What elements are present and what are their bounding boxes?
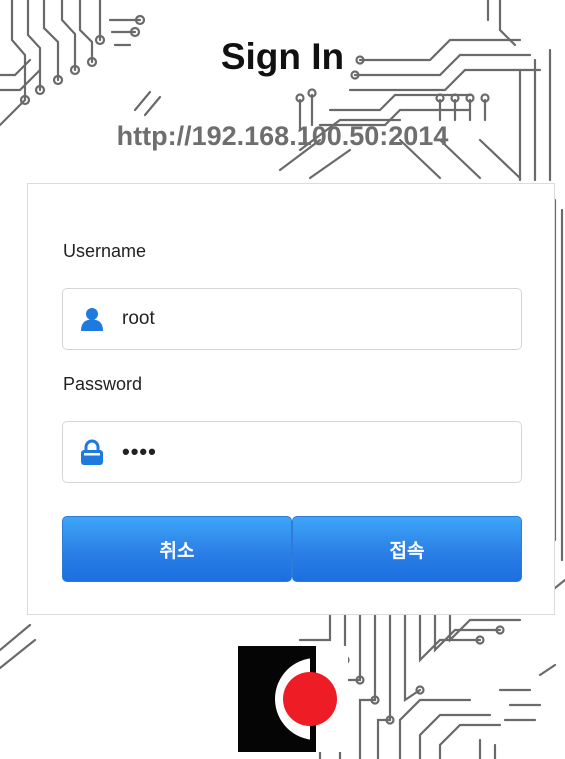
page-title: Sign In bbox=[220, 36, 345, 77]
password-field[interactable] bbox=[62, 421, 522, 483]
user-icon bbox=[80, 306, 104, 332]
password-input[interactable] bbox=[122, 439, 482, 465]
server-url: http://192.168.100.50:2014 bbox=[116, 121, 449, 151]
username-label: Username bbox=[63, 241, 147, 261]
cancel-button[interactable]: 취소 bbox=[62, 516, 292, 582]
lock-icon bbox=[80, 439, 104, 465]
username-field[interactable] bbox=[62, 288, 522, 350]
company-logo bbox=[238, 646, 348, 752]
connect-button[interactable]: 접속 bbox=[292, 516, 522, 582]
login-card: Username Password 취소 접속 bbox=[27, 183, 555, 615]
username-input[interactable] bbox=[122, 308, 482, 330]
password-label: Password bbox=[63, 374, 143, 394]
